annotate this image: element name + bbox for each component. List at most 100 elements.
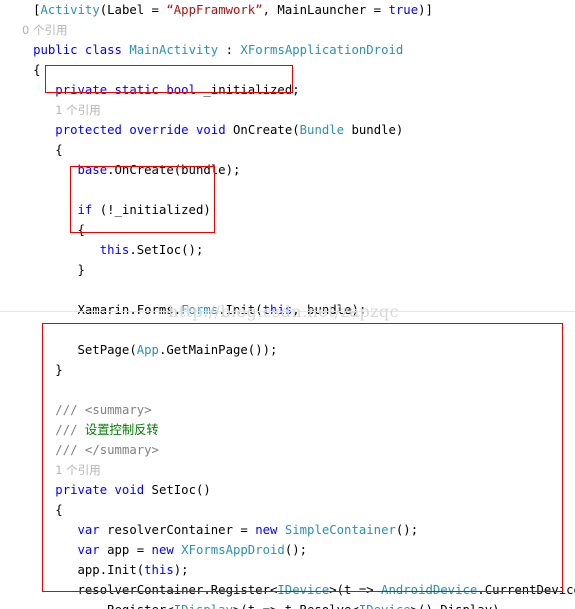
code-token: Bundle bbox=[299, 123, 345, 137]
code-token: .SetIoc(); bbox=[129, 243, 204, 257]
code-line[interactable] bbox=[0, 280, 575, 300]
code-line[interactable]: private static bool _initialized; bbox=[0, 80, 575, 100]
code-token: (); bbox=[395, 523, 419, 537]
code-token: >(t => t.Resolve< bbox=[233, 603, 359, 609]
code-token: Activity bbox=[40, 3, 100, 17]
code-token: ); bbox=[173, 563, 189, 577]
code-token: (!_initialized) bbox=[92, 203, 211, 217]
code-line[interactable]: /// </summary> bbox=[0, 440, 575, 460]
code-token: >(t => bbox=[329, 583, 382, 597]
code-token: override bbox=[129, 123, 189, 137]
code-token: private bbox=[55, 483, 108, 497]
code-token: (Label = bbox=[99, 3, 167, 17]
code-token: 设置控制反转 bbox=[84, 423, 159, 437]
code-line[interactable]: base.OnCreate(bundle); bbox=[0, 160, 575, 180]
code-token: (); bbox=[284, 543, 308, 557]
code-token: IDisplay bbox=[174, 603, 233, 609]
code-token: { bbox=[55, 503, 63, 517]
code-line[interactable]: { bbox=[0, 60, 575, 80]
code-token: bundle) bbox=[344, 123, 404, 137]
code-line[interactable]: /// <summary> bbox=[0, 400, 575, 420]
code-text-layer[interactable]: [Activity(Label = “AppFramwork”, MainLau… bbox=[0, 0, 575, 609]
code-line[interactable]: { bbox=[0, 220, 575, 240]
code-token: bool bbox=[166, 83, 196, 97]
code-token: _initialized; bbox=[195, 83, 300, 97]
code-token: app = bbox=[99, 543, 152, 557]
codelens-reference-count[interactable]: 1 个引用 bbox=[0, 100, 575, 120]
code-token: resolverContainer.Register< bbox=[77, 583, 278, 597]
code-token: this bbox=[262, 303, 293, 317]
code-token: /// bbox=[55, 443, 85, 457]
code-token: app.Init( bbox=[77, 563, 145, 577]
code-token: new bbox=[255, 523, 278, 537]
code-token: .CurrentDevice) bbox=[477, 583, 575, 597]
code-token: } bbox=[77, 263, 85, 277]
code-line[interactable] bbox=[0, 180, 575, 200]
code-token: { bbox=[77, 223, 85, 237]
code-token: </summary> bbox=[84, 443, 159, 457]
code-line[interactable]: resolverContainer.Register<IDevice>(t =>… bbox=[0, 580, 575, 600]
code-token: <summary> bbox=[84, 403, 152, 417]
horizontal-divider bbox=[0, 311, 575, 312]
code-line[interactable]: } bbox=[0, 260, 575, 280]
code-token: Xamarin.Forms. bbox=[77, 303, 182, 317]
code-line[interactable]: var app = new XFormsAppDroid(); bbox=[0, 540, 575, 560]
code-token: } bbox=[55, 363, 63, 377]
code-token: { bbox=[55, 143, 63, 157]
code-token: OnCreate( bbox=[225, 123, 300, 137]
code-token: resolverContainer = bbox=[99, 523, 256, 537]
code-line[interactable] bbox=[0, 380, 575, 400]
code-token: class bbox=[84, 43, 122, 57]
code-token: SetIoc() bbox=[144, 483, 211, 497]
codelens-reference-count[interactable]: 1 个引用 bbox=[0, 460, 575, 480]
code-token: if bbox=[77, 203, 93, 217]
code-token: .OnCreate(bundle); bbox=[107, 163, 241, 177]
code-token: base bbox=[77, 163, 108, 177]
code-line[interactable]: this.SetIoc(); bbox=[0, 240, 575, 260]
code-token: static bbox=[114, 83, 159, 97]
code-token: IDevice bbox=[359, 603, 411, 609]
code-token: AndroidDevice bbox=[381, 583, 478, 597]
code-line[interactable]: [Activity(Label = “AppFramwork”, MainLau… bbox=[0, 0, 575, 20]
code-token: : bbox=[218, 43, 241, 57]
code-token: void bbox=[195, 123, 226, 137]
code-line[interactable]: public class MainActivity : XFormsApplic… bbox=[0, 40, 575, 60]
code-line[interactable]: app.Init(this); bbox=[0, 560, 575, 580]
code-editor[interactable]: [Activity(Label = “AppFramwork”, MainLau… bbox=[0, 0, 575, 609]
code-token: public bbox=[33, 43, 78, 57]
code-token: this bbox=[99, 243, 130, 257]
code-line[interactable]: private void SetIoc() bbox=[0, 480, 575, 500]
code-line[interactable]: SetPage(App.GetMainPage()); bbox=[0, 340, 575, 360]
code-line[interactable]: { bbox=[0, 140, 575, 160]
code-token: [ bbox=[33, 3, 41, 17]
code-token: SimpleContainer bbox=[284, 523, 396, 537]
code-token: private bbox=[55, 83, 108, 97]
code-token: /// bbox=[55, 423, 85, 437]
code-token: Forms bbox=[181, 303, 219, 317]
code-token: )] bbox=[418, 3, 433, 17]
code-token: /// bbox=[55, 403, 85, 417]
code-line[interactable]: } bbox=[0, 360, 575, 380]
code-line[interactable]: protected override void OnCreate(Bundle … bbox=[0, 120, 575, 140]
code-token: { bbox=[33, 63, 41, 77]
code-token: var bbox=[77, 543, 100, 557]
codelens-reference-count[interactable]: 0 个引用 bbox=[0, 20, 575, 40]
code-line[interactable]: /// 设置控制反转 bbox=[0, 420, 575, 440]
code-line[interactable]: if (!_initialized) bbox=[0, 200, 575, 220]
code-token: MainActivity bbox=[129, 43, 219, 57]
code-line[interactable]: var resolverContainer = new SimpleContai… bbox=[0, 520, 575, 540]
code-token: XFormsAppDroid bbox=[181, 543, 285, 557]
code-token: IDevice bbox=[277, 583, 330, 597]
code-token: App bbox=[136, 343, 159, 357]
code-line[interactable] bbox=[0, 320, 575, 340]
code-token: .Register< bbox=[100, 603, 174, 609]
code-token: var bbox=[77, 523, 100, 537]
code-line[interactable]: Xamarin.Forms.Forms.Init(this, bundle); bbox=[0, 300, 575, 320]
code-line[interactable]: .Register<IDisplay>(t => t.Resolve<IDevi… bbox=[0, 600, 575, 609]
code-line[interactable]: { bbox=[0, 500, 575, 520]
code-token: , MainLauncher = bbox=[262, 3, 389, 17]
